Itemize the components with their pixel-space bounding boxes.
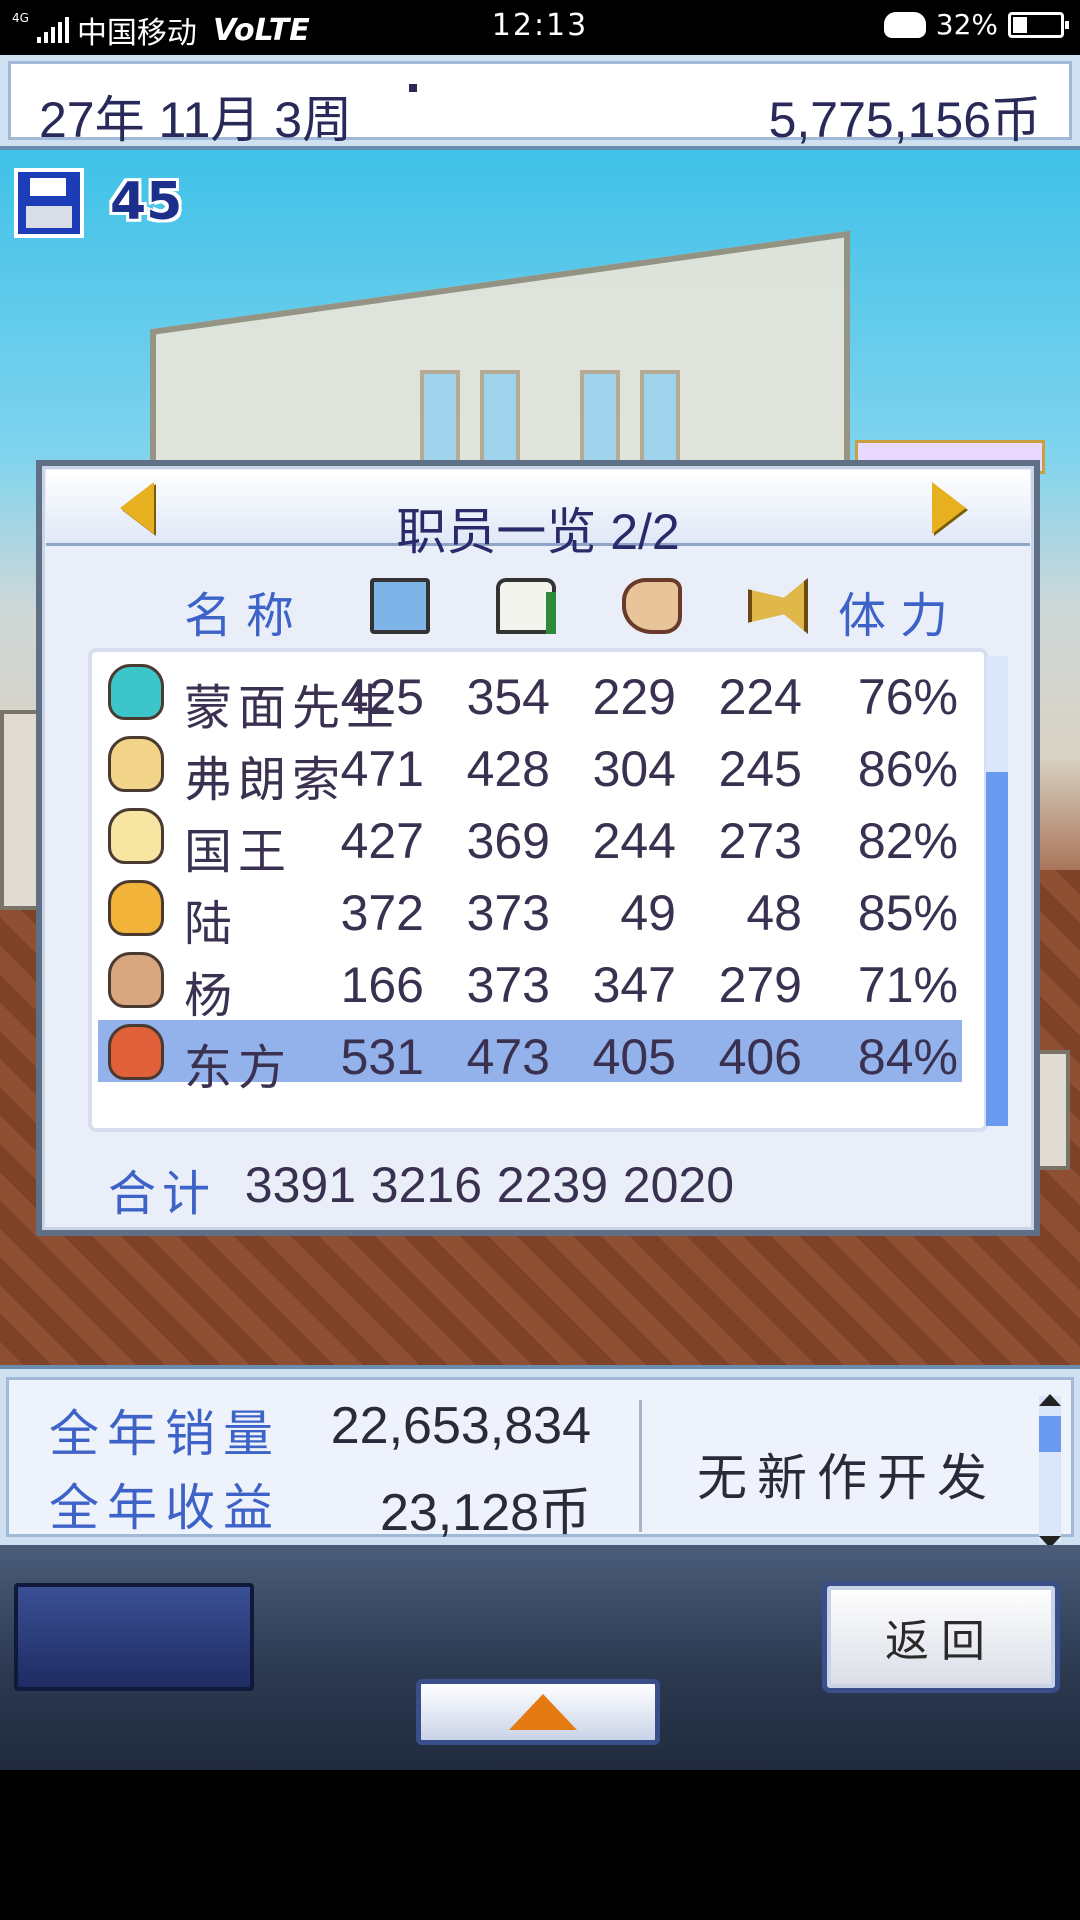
staff-name: 东方 xyxy=(184,1040,293,1096)
funds: 5,775,156币 xyxy=(768,92,1041,148)
date-money-frame: 27年 11月 3周 5,775,156币 xyxy=(8,61,1072,148)
stat-programming: 372 xyxy=(340,885,424,941)
up-arrow-icon xyxy=(509,1694,577,1730)
staff-row[interactable]: 陆 372 373 49 48 85% xyxy=(98,876,962,952)
staff-list-panel: 职员一览 2/2 名称 体力 蒙面先生 425 354 229 224 76% … xyxy=(36,460,1040,1236)
battery-percent: 32% xyxy=(935,8,998,41)
game-date: 27年 11月 3周 xyxy=(39,92,353,148)
stat-programming: 166 xyxy=(340,957,424,1013)
stat-programming: 531 xyxy=(340,1029,424,1085)
staff-row-selected[interactable]: 东方 531 473 405 406 84% xyxy=(98,1020,962,1096)
staff-row[interactable]: 蒙面先生 425 354 229 224 76% xyxy=(98,660,962,736)
staff-row[interactable]: 弗朗索 471 428 304 245 86% xyxy=(98,732,962,808)
control-panel: 返回 xyxy=(0,1545,1080,1770)
column-header-name[interactable]: 名称 xyxy=(184,576,308,646)
stat-graphics: 347 xyxy=(592,957,676,1013)
stat-stamina: 71% xyxy=(857,957,958,1013)
annual-profit-value: 23,128币 xyxy=(379,1484,591,1542)
annual-sales-label: 全年销量 xyxy=(49,1405,281,1463)
stat-programming: 425 xyxy=(340,669,424,725)
stat-programming: 427 xyxy=(340,813,424,869)
staff-name: 陆 xyxy=(184,896,239,952)
development-status: 无新作开发 xyxy=(697,1449,997,1507)
vending-machine xyxy=(0,710,40,910)
total-graphics: 2239 xyxy=(496,1157,608,1213)
annual-info-frame: 全年销量 22,653,834 全年收益 23,128币 无新作开发 xyxy=(6,1377,1074,1548)
status-bar: 4G 中国移动 VoLTE 12:13 32% xyxy=(0,0,1080,55)
divider xyxy=(639,1400,642,1532)
stat-programming: 471 xyxy=(340,741,424,797)
panel-title-bar: 职员一览 2/2 xyxy=(46,470,1030,560)
luchador-avatar-icon xyxy=(108,664,164,720)
computer-icon[interactable] xyxy=(370,578,430,634)
annual-sales-value: 22,653,834 xyxy=(330,1397,591,1455)
staff-name: 杨 xyxy=(184,968,239,1024)
date-marker-dot xyxy=(409,84,417,92)
stat-sound: 48 xyxy=(746,885,802,941)
staff-name: 国王 xyxy=(184,824,293,880)
bearded-man-avatar-icon xyxy=(108,952,164,1008)
column-header-stamina[interactable]: 体力 xyxy=(838,576,962,646)
stat-graphics: 244 xyxy=(592,813,676,869)
total-scenario: 3216 xyxy=(370,1157,482,1213)
stat-stamina: 76% xyxy=(857,669,958,725)
expand-up-button[interactable] xyxy=(416,1679,660,1745)
king-avatar-icon xyxy=(108,808,164,864)
floppy-disk-icon[interactable] xyxy=(14,168,84,238)
status-right: 32% xyxy=(883,8,1069,41)
stat-stamina: 82% xyxy=(857,813,958,869)
gamepad-icon xyxy=(883,11,926,38)
stat-graphics: 405 xyxy=(592,1029,676,1085)
total-label: 合计 xyxy=(108,1166,217,1222)
staff-row[interactable]: 国王 427 369 244 273 82% xyxy=(98,804,962,880)
blonde-avatar-icon xyxy=(108,736,164,792)
panel-title: 职员一览 2/2 xyxy=(396,504,680,560)
total-sound: 2020 xyxy=(622,1157,734,1213)
stat-scenario: 428 xyxy=(466,741,550,797)
stat-sound: 406 xyxy=(718,1029,802,1085)
scrollbar-thumb[interactable] xyxy=(986,772,1008,1126)
stat-graphics: 229 xyxy=(592,669,676,725)
stat-sound: 279 xyxy=(718,957,802,1013)
stat-stamina: 85% xyxy=(857,885,958,941)
stat-sound: 224 xyxy=(718,669,802,725)
staff-row[interactable]: 杨 166 373 347 279 71% xyxy=(98,948,962,1024)
stat-stamina: 84% xyxy=(857,1029,958,1085)
battery-icon xyxy=(1008,11,1069,38)
stat-scenario: 373 xyxy=(466,957,550,1013)
info-scrollbar-thumb[interactable] xyxy=(1039,1416,1061,1452)
annual-info-bar: 全年销量 22,653,834 全年收益 23,128币 无新作开发 xyxy=(0,1365,1080,1548)
back-button[interactable]: 返回 xyxy=(822,1581,1060,1693)
art-palette-icon[interactable] xyxy=(622,578,682,634)
stat-graphics: 304 xyxy=(592,741,676,797)
stat-sound: 245 xyxy=(718,741,802,797)
stat-scenario: 473 xyxy=(466,1029,550,1085)
total-programming: 3391 xyxy=(244,1157,356,1213)
redhead-avatar-icon xyxy=(108,1024,164,1080)
stat-scenario: 373 xyxy=(466,885,550,941)
save-count: 45 xyxy=(110,172,183,232)
menu-slot-button[interactable] xyxy=(14,1583,254,1691)
next-page-arrow-icon[interactable] xyxy=(932,482,966,534)
bear-avatar-icon xyxy=(108,880,164,936)
book-icon[interactable] xyxy=(496,578,556,634)
stat-graphics: 49 xyxy=(620,885,676,941)
stat-scenario: 369 xyxy=(466,813,550,869)
scroll-up-arrow-icon[interactable] xyxy=(1039,1394,1061,1406)
trumpet-icon[interactable] xyxy=(748,578,808,634)
stat-stamina: 86% xyxy=(857,741,958,797)
date-money-bar: 27年 11月 3周 5,775,156币 xyxy=(0,55,1080,150)
stat-scenario: 354 xyxy=(466,669,550,725)
stat-sound: 273 xyxy=(718,813,802,869)
annual-profit-label: 全年收益 xyxy=(49,1479,281,1537)
